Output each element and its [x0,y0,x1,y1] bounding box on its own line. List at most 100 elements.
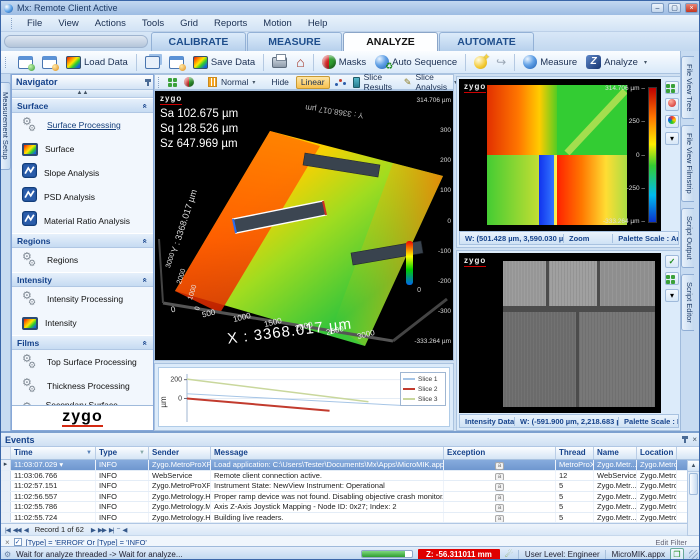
legend-item-slice-1[interactable]: Slice 1 [403,374,443,384]
more-options-icon[interactable]: ▾ [665,289,679,302]
prev-record-button[interactable]: ◀ [24,526,28,534]
surface-3d-view[interactable]: zygo Sa 102.675 µmSq 128.526 µmSz 647.96… [154,90,454,361]
analyze-button[interactable]: ZAnalyze [583,54,641,70]
more-options-icon[interactable]: ▾ [665,132,679,145]
last-record-button[interactable]: ▶| [109,526,114,534]
menu-file[interactable]: File [20,17,49,30]
nav-group-regions[interactable]: Regions« [12,233,153,248]
menu-help[interactable]: Help [301,17,335,30]
home-button[interactable]: ⌂ [293,55,307,70]
print-button[interactable] [269,56,290,69]
slice-analysis-button[interactable]: ✎Slice Analysis [402,76,451,89]
column-header-type[interactable]: Type▼ [96,447,149,459]
palette-button[interactable] [182,76,196,89]
copy-window-button[interactable] [142,55,163,70]
navigator-collapser[interactable]: ▲▲ [12,90,153,98]
close-icon[interactable]: × [685,3,698,13]
menu-reports[interactable]: Reports [207,17,254,30]
collapse-icon[interactable]: « [141,340,151,345]
first-record-button[interactable]: |◀ [5,526,10,534]
menu-grid[interactable]: Grid [173,17,205,30]
nav-item-surface[interactable]: Surface [12,137,153,161]
dock-tab-measurement-setup[interactable]: Measurement Setup [1,82,11,170]
nav-item-regions[interactable]: ⚙⚙Regions [12,248,153,272]
nav-group-surface[interactable]: Surface« [12,98,153,113]
legend-item-slice-2[interactable]: Slice 2 [403,384,443,394]
redo-button[interactable]: ↪ [493,55,509,69]
load-data-button[interactable]: Load Data [63,55,131,70]
event-row[interactable]: 11:02:56.557INFOZygo.Metrology.H...Prope… [1,492,700,503]
legend-item-slice-3[interactable]: Slice 3 [403,394,443,404]
nav-item-psd-analysis[interactable]: PSD Analysis [12,185,153,209]
nav-item-intensity-processing[interactable]: ⚙⚙Intensity Processing [12,287,153,311]
event-row[interactable]: 11:03:06.766INFOWebServiceRemote client … [1,471,700,482]
menu-view[interactable]: View [51,17,85,30]
ribbon-tab-calibrate[interactable]: CALIBRATE [151,32,246,51]
apply-check-icon[interactable]: ✓ [665,255,679,268]
measure-button[interactable]: Measure [520,54,580,70]
drag-handle[interactable] [11,18,14,29]
tile-icon[interactable] [665,272,679,285]
collapse-icon[interactable]: « [141,103,151,108]
slice-results-button[interactable]: Slice Results [351,76,399,89]
collapse-icon[interactable]: « [141,277,151,282]
menu-motion[interactable]: Motion [256,17,299,30]
column-header-location[interactable]: Location [637,447,677,459]
tile-views-button[interactable] [166,76,179,89]
nav-group-intensity[interactable]: Intensity« [12,272,153,287]
prev-page-button[interactable]: ◀◀ [13,526,21,534]
dock-tab-script-editor[interactable]: Script Editor [681,274,694,331]
delete-record-button[interactable]: − [117,526,120,533]
resize-grip[interactable] [689,550,698,559]
collapse-icon[interactable]: « [141,238,151,243]
column-header-sender[interactable]: Sender [149,447,211,459]
column-header-thread[interactable]: Thread [556,447,594,459]
nav-item-surface-processing[interactable]: ⚙⚙Surface Processing [12,113,153,137]
nav-item-thickness-processing[interactable]: ⚙⚙Thickness Processing [12,374,153,398]
column-header-name[interactable]: Name [594,447,637,459]
nav-item-slope-analysis[interactable]: Slope Analysis [12,161,153,185]
menu-actions[interactable]: Actions [88,17,133,30]
dock-tab-script-output[interactable]: Script Output [681,208,694,268]
window-settings2-button[interactable] [166,55,187,70]
minimize-icon[interactable]: – [651,3,664,13]
ribbon-tab-analyze[interactable]: ANALYZE [343,32,438,51]
column-header-time[interactable]: Time▼ [11,447,96,459]
tile-icon[interactable] [665,81,679,94]
nav-item-top-surface-processing[interactable]: ⚙⚙Top Surface Processing [12,350,153,374]
palette-icon[interactable] [665,115,679,128]
linear-button[interactable]: Linear [296,76,330,89]
toolbar-overflow-icon[interactable]: ▾ [644,59,647,66]
title-bar[interactable]: Mx: Remote Client Active – ▢ × [1,1,700,15]
profile-plot-button[interactable] [333,76,348,89]
auto-sequence-button[interactable]: ♻Auto Sequence [372,54,460,70]
masks-button[interactable]: Masks [319,54,369,70]
menu-tools[interactable]: Tools [135,17,171,30]
slice-chart[interactable]: 2000µm Slice 1Slice 2Slice 3 [158,367,450,427]
normal-view-button[interactable]: Normal▾ [206,76,257,89]
event-row[interactable]: 11:02:55.724INFOZygo.Metrology.H...Build… [1,513,700,524]
dock-tab-file-view-filmstrip[interactable]: File View Filmstrip [681,125,694,202]
event-row[interactable]: ▸11:03:07.029 ▾INFOZygo.MetroProXP....Lo… [1,460,700,471]
event-row[interactable]: 11:02:57.151INFOZygo.MetroProXP....Instr… [1,481,700,492]
save-data-button[interactable]: Save Data [190,55,258,70]
window-settings-button[interactable] [39,55,60,70]
sphere-red-icon[interactable] [665,98,679,111]
pin-icon[interactable] [684,436,686,443]
scroll-thumb[interactable] [689,473,698,495]
edit-record-button[interactable]: ◀ [122,526,126,534]
next-page-button[interactable]: ▶▶ [98,526,106,534]
ribbon-tab-automate[interactable]: AUTOMATE [439,32,534,51]
tip-button[interactable]: ✦ [471,55,490,70]
view-toolbar-handle[interactable] [158,77,159,88]
zoom-view[interactable]: zygo 314.706 µm –250 –0 –-250 –-333.264 … [459,79,661,231]
new-window-button[interactable] [15,55,36,70]
nav-item-material-ratio-analysis[interactable]: Material Ratio Analysis [12,209,153,233]
app-window-icon[interactable]: ❐ [670,548,684,560]
filter-checkbox[interactable]: ✓ [14,538,22,546]
ribbon-tab-measure[interactable]: MEASURE [247,32,342,51]
nav-group-films[interactable]: Films« [12,335,153,350]
close-icon[interactable]: × [692,435,697,444]
events-scrollbar[interactable]: ▲ [687,460,700,536]
hide-button[interactable]: Hide [267,76,292,89]
